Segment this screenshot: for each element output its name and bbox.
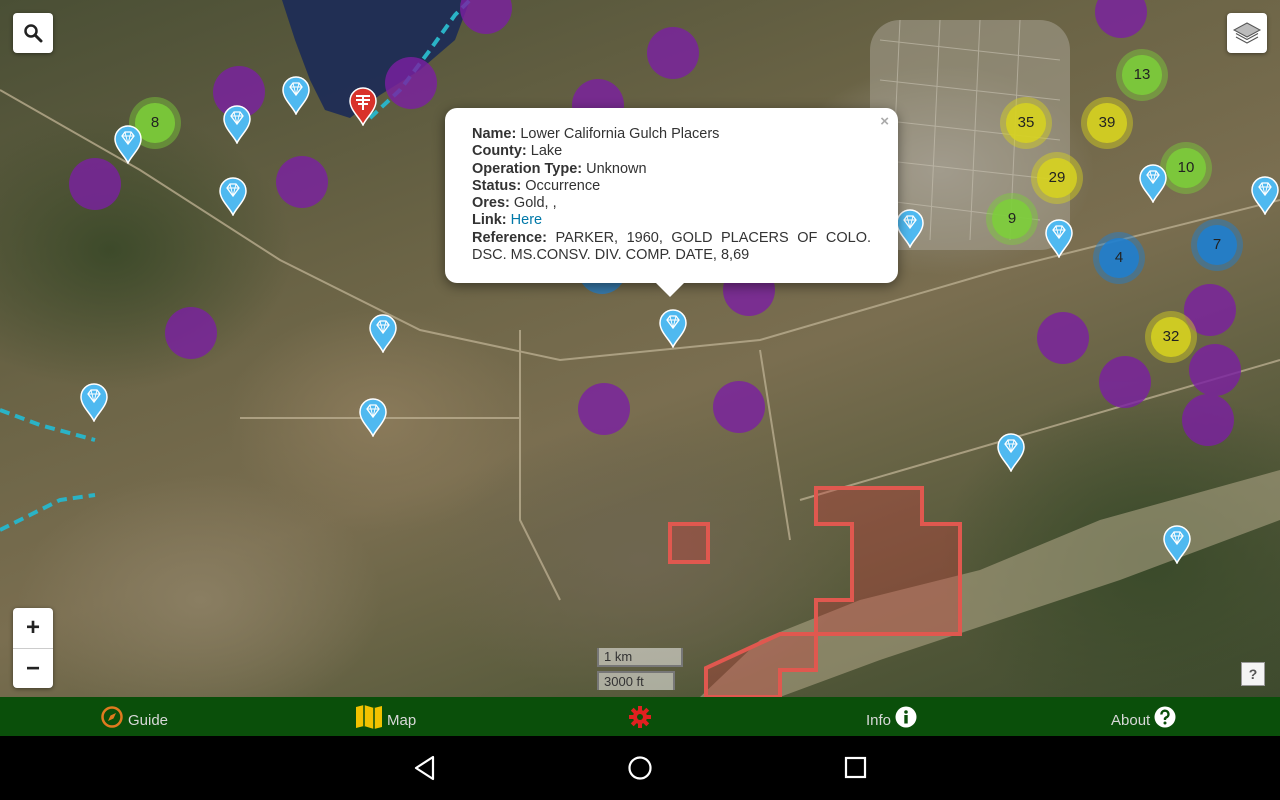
popup-status-row: Status: Occurrence [472, 178, 871, 195]
search-button[interactable] [13, 13, 53, 53]
zoom-in-button[interactable]: + [13, 608, 53, 649]
field-label: Ores: [472, 195, 510, 212]
zoom-control: + − [13, 608, 53, 688]
diamond-pin-icon[interactable] [358, 397, 388, 437]
popup-county-row: County: Lake [472, 143, 871, 160]
cluster-marker[interactable]: 35 [1000, 97, 1052, 149]
back-icon[interactable] [413, 755, 437, 781]
cluster-marker[interactable]: 32 [1145, 311, 1197, 363]
diamond-pin-icon[interactable] [1162, 524, 1192, 564]
nav-map-label: Map [387, 712, 417, 729]
diamond-pin-icon[interactable] [113, 124, 143, 164]
field-label: Link: [472, 212, 507, 229]
nav-info-label: Info [866, 712, 892, 729]
popup-ores-row: Ores: Gold, , [472, 195, 871, 212]
scale-bar-metric: 1 km [597, 648, 683, 667]
cluster-marker[interactable]: 4 [1093, 232, 1145, 284]
info-icon [895, 706, 917, 727]
field-label: Operation Type: [472, 160, 583, 177]
nav-about[interactable]: About [1111, 697, 1176, 736]
gear-icon [629, 705, 651, 728]
field-label: Reference: [472, 229, 547, 246]
compass-icon [101, 705, 123, 728]
cluster-marker[interactable]: 7 [1191, 219, 1243, 271]
cluster-marker[interactable]: 29 [1031, 152, 1083, 204]
diamond-pin-icon[interactable] [1138, 163, 1168, 203]
zoom-out-button[interactable]: − [13, 649, 53, 689]
popup-operation-row: Operation Type: Unknown [472, 161, 871, 178]
popup-name-row: Name: Lower California Gulch Placers [472, 126, 871, 143]
nav-about-label: About [1111, 712, 1151, 729]
claim-polygons [668, 486, 962, 697]
mine-pin-icon[interactable] [348, 86, 378, 126]
field-label: Name: [472, 126, 517, 142]
map-icon [356, 704, 382, 729]
diamond-pin-icon[interactable] [281, 75, 311, 115]
diamond-pin-icon[interactable] [368, 313, 398, 353]
diamond-pin-icon[interactable] [222, 104, 252, 144]
nav-info[interactable]: Info [866, 697, 917, 736]
popup-reference-row: Reference: PARKER, 1960, GOLD PLACERS OF… [472, 230, 871, 265]
question-icon [1154, 706, 1176, 727]
diamond-pin-icon[interactable] [1250, 175, 1280, 215]
map-view[interactable]: 8 13 10 9 35 39 29 32 4 7 + − 1 km 3000 … [0, 0, 1280, 697]
popup-link[interactable]: Here [511, 212, 542, 228]
field-value: Gold, , [513, 195, 557, 212]
layers-icon [1232, 22, 1262, 44]
feature-popup: × Name: Lower California Gulch Placers C… [445, 108, 898, 297]
field-value: Lake [530, 143, 563, 160]
search-icon [24, 24, 43, 43]
nav-map[interactable]: Map [355, 697, 416, 736]
home-icon[interactable] [627, 755, 653, 781]
field-value: Occurrence [525, 177, 601, 194]
popup-tip [656, 283, 684, 297]
field-label: Status: [472, 177, 522, 194]
diamond-pin-icon[interactable] [895, 208, 925, 248]
diamond-pin-icon[interactable] [658, 308, 688, 348]
popup-link-row: Link: Here [472, 212, 871, 229]
cluster-marker[interactable]: 13 [1116, 49, 1168, 101]
field-value: Lower California Gulch Placers [520, 126, 720, 142]
diamond-pin-icon[interactable] [79, 382, 109, 422]
system-navigation-bar [0, 736, 1280, 800]
field-value: Unknown [586, 160, 647, 177]
diamond-pin-icon[interactable] [996, 432, 1026, 472]
cluster-marker[interactable]: 39 [1081, 97, 1133, 149]
diamond-pin-icon[interactable] [218, 176, 248, 216]
help-button[interactable]: ? [1241, 662, 1265, 686]
nav-guide[interactable]: Guide [100, 697, 168, 736]
bottom-nav: Guide Map Info About [0, 697, 1280, 736]
layers-button[interactable] [1227, 13, 1267, 53]
field-label: County: [472, 143, 527, 160]
diamond-pin-icon[interactable] [1044, 218, 1074, 258]
nav-guide-label: Guide [128, 712, 169, 729]
recents-icon[interactable] [844, 756, 868, 780]
scale-bar-imperial: 3000 ft [597, 671, 675, 690]
cluster-marker[interactable]: 9 [986, 193, 1038, 245]
nav-settings[interactable] [628, 697, 652, 736]
popup-close-button[interactable]: × [880, 113, 889, 130]
